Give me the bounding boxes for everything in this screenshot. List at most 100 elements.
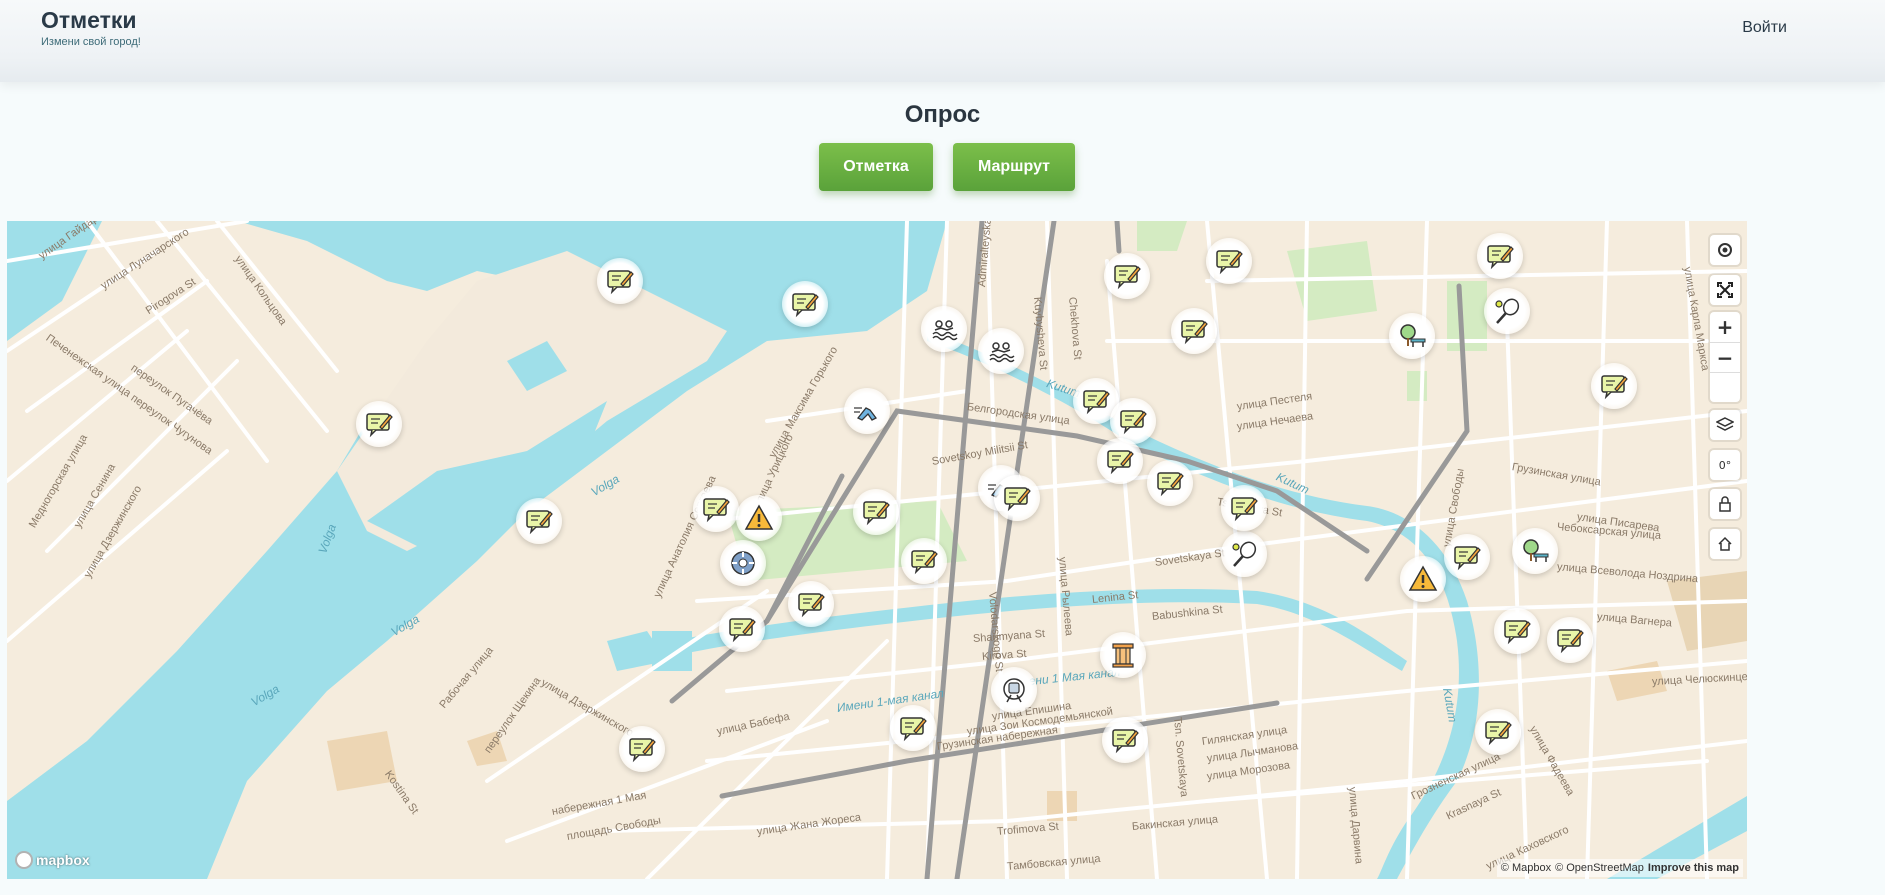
mapbox-logo-text: mapbox — [36, 852, 90, 868]
comment-icon — [1214, 246, 1244, 276]
mapbox-logo-icon — [15, 851, 33, 869]
map-marker[interactable] — [921, 306, 967, 352]
zoom-in-button[interactable]: + — [1710, 312, 1740, 342]
comment-icon — [861, 497, 891, 527]
comment-icon — [898, 713, 928, 743]
map-marker[interactable] — [1104, 253, 1150, 299]
metro-icon — [999, 675, 1029, 705]
map-marker[interactable] — [1512, 528, 1558, 574]
locate-icon[interactable] — [1710, 235, 1740, 265]
comment-icon — [1105, 446, 1135, 476]
map-marker[interactable] — [597, 258, 643, 304]
lock-icon[interactable] — [1710, 489, 1740, 519]
warning-icon — [1408, 564, 1438, 594]
park-bench-icon — [1520, 536, 1550, 566]
map-marker[interactable] — [978, 328, 1024, 374]
survey-title: Опрос — [904, 101, 981, 128]
bearing-control[interactable]: 0° — [1710, 450, 1740, 480]
comment-icon — [1483, 717, 1513, 747]
map-marker[interactable] — [1475, 709, 1521, 755]
comment-icon — [1002, 483, 1032, 513]
map-marker[interactable] — [1477, 233, 1523, 279]
fullscreen-icon[interactable] — [1710, 275, 1740, 305]
map-marker[interactable] — [853, 489, 899, 535]
zoom-control[interactable]: + − — [1710, 312, 1740, 402]
swimming-icon — [986, 336, 1016, 366]
fullscreen-control[interactable] — [1710, 275, 1740, 305]
map-marker[interactable] — [1444, 534, 1490, 580]
map-marker[interactable] — [1206, 238, 1252, 284]
comment-icon — [1081, 386, 1111, 416]
comment-icon — [790, 289, 820, 319]
map-marker[interactable] — [1547, 617, 1593, 663]
map-marker[interactable] — [991, 667, 1037, 713]
map-marker[interactable] — [890, 705, 936, 751]
comment-icon — [524, 506, 554, 536]
home-icon[interactable] — [1710, 529, 1740, 559]
geolocate-control[interactable] — [1710, 235, 1740, 265]
site-subtitle: Измени свой город! — [41, 36, 141, 48]
comment-icon — [1179, 316, 1209, 346]
running-icon — [852, 396, 882, 426]
map[interactable]: улица Гайдара улица Луначарского Pirogov… — [7, 221, 1747, 879]
map-marker[interactable] — [719, 606, 765, 652]
map-marker[interactable] — [619, 726, 665, 772]
map-marker[interactable] — [1591, 363, 1637, 409]
column-icon — [1108, 640, 1138, 670]
comment-icon — [727, 614, 757, 644]
map-marker[interactable] — [736, 495, 782, 541]
login-link[interactable]: Войти — [1742, 19, 1787, 37]
map-marker[interactable] — [1110, 398, 1156, 444]
map-marker[interactable] — [1494, 608, 1540, 654]
attribution-osm-link[interactable]: © OpenStreetMap — [1555, 862, 1644, 874]
comment-icon — [1485, 241, 1515, 271]
layers-icon[interactable] — [1710, 410, 1740, 440]
home-control[interactable] — [1710, 529, 1740, 559]
swimming-icon — [929, 314, 959, 344]
comment-icon — [1452, 542, 1482, 572]
lock-control[interactable] — [1710, 489, 1740, 519]
mark-button[interactable]: Отметка — [819, 143, 933, 191]
comment-icon — [1229, 493, 1259, 523]
map-marker[interactable] — [1221, 531, 1267, 577]
map-marker[interactable] — [782, 281, 828, 327]
map-marker[interactable] — [1100, 632, 1146, 678]
roundabout-icon — [728, 548, 758, 578]
map-marker[interactable] — [1221, 485, 1267, 531]
comment-icon — [1555, 625, 1585, 655]
comment-icon — [1599, 371, 1629, 401]
map-marker[interactable] — [693, 486, 739, 532]
zoom-out-button[interactable]: − — [1710, 342, 1740, 372]
comment-icon — [1502, 616, 1532, 646]
map-marker[interactable] — [1389, 313, 1435, 359]
map-marker[interactable] — [788, 581, 834, 627]
map-marker[interactable] — [1102, 717, 1148, 763]
map-attribution: © Mapbox © OpenStreetMap Improve this ma… — [1496, 859, 1743, 877]
site-title[interactable]: Отметки — [41, 7, 137, 34]
comment-icon — [605, 266, 635, 296]
map-marker[interactable] — [516, 498, 562, 544]
map-marker[interactable] — [356, 401, 402, 447]
map-marker[interactable] — [720, 540, 766, 586]
route-button[interactable]: Маршрут — [953, 143, 1075, 191]
zoom-spacer — [1710, 372, 1740, 402]
improve-map-link[interactable]: Improve this map — [1648, 862, 1739, 874]
mapbox-logo[interactable]: mapbox — [15, 851, 90, 869]
map-marker[interactable] — [844, 388, 890, 434]
layers-control[interactable] — [1710, 410, 1740, 440]
park-bench-icon — [1397, 321, 1427, 351]
bearing-readout[interactable]: 0° — [1710, 450, 1740, 480]
map-marker[interactable] — [1147, 460, 1193, 506]
map-marker[interactable] — [1400, 556, 1446, 602]
map-marker[interactable] — [994, 475, 1040, 521]
warning-icon — [744, 503, 774, 533]
map-marker[interactable] — [1171, 308, 1217, 354]
comment-icon — [909, 546, 939, 576]
tennis-icon — [1229, 539, 1259, 569]
map-marker[interactable] — [1097, 438, 1143, 484]
map-marker[interactable] — [1484, 288, 1530, 334]
map-marker[interactable] — [901, 538, 947, 584]
comment-icon — [701, 494, 731, 524]
comment-icon — [796, 589, 826, 619]
attribution-mapbox-link[interactable]: © Mapbox — [1501, 862, 1551, 874]
